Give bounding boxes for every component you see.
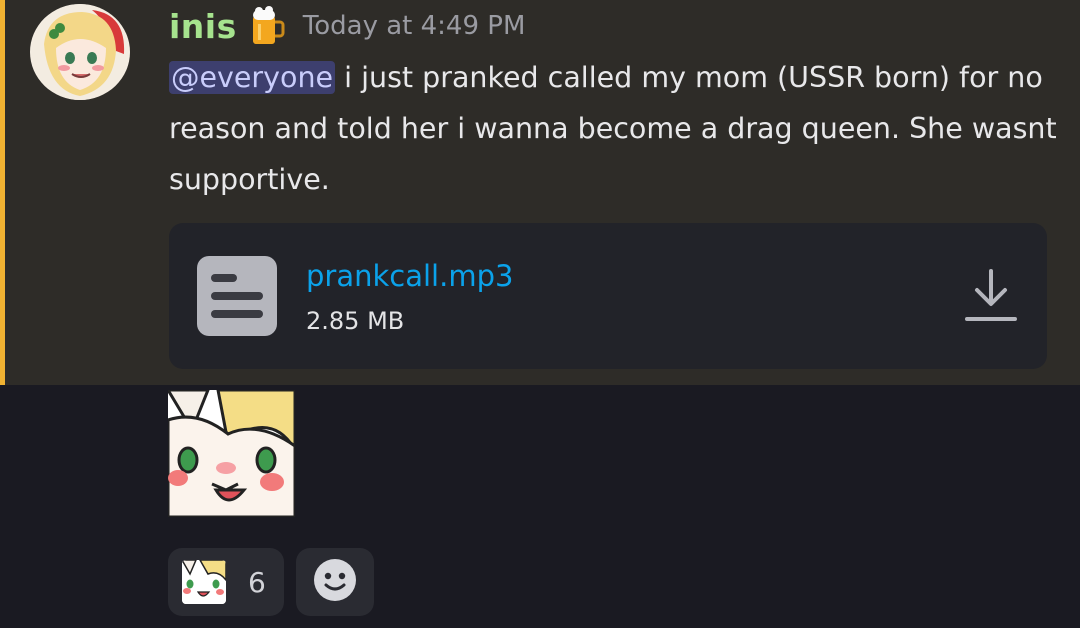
everyone-mention[interactable]: @everyone xyxy=(169,61,336,94)
anime-face-sticker[interactable] xyxy=(168,390,295,517)
reaction-pill[interactable]: 6 xyxy=(168,548,284,616)
anime-face-emoji-icon xyxy=(182,560,226,604)
avatar[interactable] xyxy=(30,4,130,100)
reaction-count: 6 xyxy=(248,565,266,599)
username[interactable]: inis xyxy=(169,7,237,46)
download-icon[interactable] xyxy=(963,267,1019,323)
file-name-link[interactable]: prankcall.mp3 xyxy=(306,259,513,293)
timestamp: Today at 4:49 PM xyxy=(302,11,526,41)
reactions-bar: 6 xyxy=(168,548,374,616)
file-size: 2.85 MB xyxy=(306,307,405,335)
message-content: @everyone i just pranked called my mom (… xyxy=(169,52,1059,205)
message-header: inis Today at 4:49 PM xyxy=(169,4,525,48)
smiley-face-icon xyxy=(313,558,357,606)
document-icon xyxy=(197,256,277,336)
add-reaction-button[interactable] xyxy=(296,548,374,616)
beer-mug-icon xyxy=(249,6,285,46)
mention-accent-bar xyxy=(0,0,5,385)
file-attachment[interactable]: prankcall.mp3 2.85 MB xyxy=(169,223,1047,369)
